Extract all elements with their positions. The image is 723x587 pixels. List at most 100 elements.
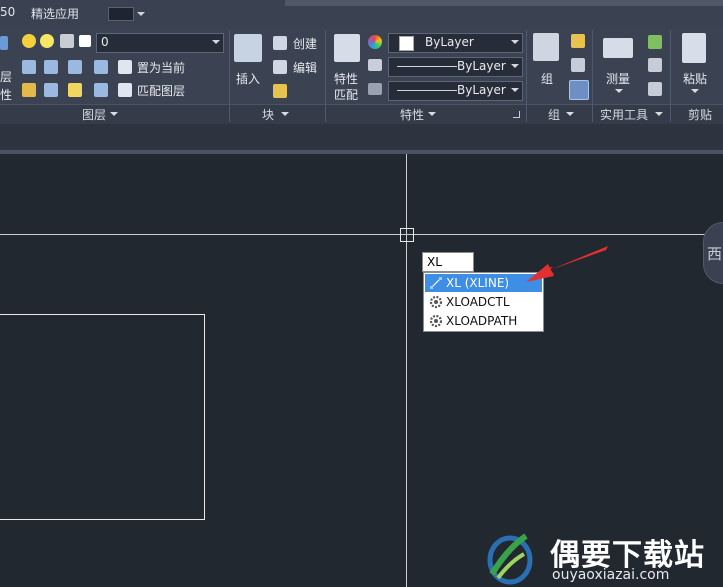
- match-layer-icon[interactable]: [118, 83, 132, 97]
- chevron-down-icon[interactable]: [615, 89, 623, 97]
- paste-icon[interactable]: [682, 33, 706, 63]
- match-properties-label-2[interactable]: 匹配: [334, 86, 358, 103]
- layer-thaw-icon[interactable]: [68, 83, 82, 97]
- linetype-preview: [397, 66, 457, 67]
- lineweight-combo-value: ByLayer: [457, 83, 506, 97]
- divider: [592, 30, 593, 122]
- block-group-label[interactable]: 块: [262, 106, 274, 123]
- top-bar: 50 精选应用: [0, 0, 723, 28]
- layer-isolate-icon[interactable]: [44, 60, 58, 74]
- create-block-icon[interactable]: [273, 36, 287, 50]
- lightbulb-icon[interactable]: [22, 34, 36, 48]
- divider: [670, 30, 671, 122]
- insert-button[interactable]: 插入: [236, 70, 260, 87]
- paste-button[interactable]: 粘贴: [683, 70, 707, 87]
- group-button[interactable]: 组: [541, 70, 553, 87]
- suggestion-xloadctl[interactable]: XLOADCTL: [425, 293, 542, 311]
- group-edit-icon[interactable]: [571, 58, 585, 72]
- layer-unisolate-icon[interactable]: [44, 83, 58, 97]
- dynamic-command-input[interactable]: XL: [422, 252, 474, 272]
- color-combo[interactable]: ByLayer: [388, 33, 523, 53]
- chevron-down-icon[interactable]: [691, 89, 699, 97]
- top-bar-left-text: 50: [0, 5, 16, 19]
- color-combo-value: ByLayer: [425, 35, 474, 49]
- block-group-expand-icon[interactable]: [281, 112, 289, 120]
- chevron-down-icon: [511, 40, 519, 48]
- layer-lock-icon[interactable]: [94, 60, 108, 74]
- suggestion-label: XL (XLINE): [446, 276, 510, 290]
- edit-block-icon[interactable]: [273, 60, 287, 74]
- measure-button[interactable]: 测量: [606, 70, 630, 87]
- chevron-down-icon: [212, 40, 220, 48]
- crosshair-vertical: [406, 154, 407, 587]
- viewcube-west-label[interactable]: 西: [707, 243, 722, 264]
- divider: [229, 30, 230, 122]
- quick-select-icon[interactable]: [648, 35, 662, 49]
- lineweight-combo[interactable]: ByLayer: [388, 81, 523, 101]
- group-icon[interactable]: [533, 33, 559, 61]
- suggestion-label: XLOADCTL: [446, 295, 510, 309]
- watermark-url: ouyaoxiazai.com: [552, 567, 670, 583]
- match-layer-button[interactable]: 匹配图层: [137, 82, 185, 99]
- group-selection-toggle-icon[interactable]: [569, 80, 589, 100]
- chevron-down-icon: [511, 64, 519, 72]
- file-tab-bar: [0, 124, 723, 150]
- divider: [526, 30, 527, 122]
- chevron-down-icon: [511, 88, 519, 96]
- layer-on-icon[interactable]: [22, 83, 36, 97]
- edit-button[interactable]: 编辑: [293, 59, 317, 76]
- color-swatch: [399, 36, 414, 51]
- suggestion-label: XLOADPATH: [446, 314, 518, 328]
- lineweight-icon[interactable]: [368, 83, 382, 95]
- layer-combo[interactable]: 0: [96, 33, 224, 53]
- make-current-icon[interactable]: [118, 60, 132, 74]
- layer-group-expand-icon[interactable]: [110, 112, 118, 120]
- layer-properties-icon[interactable]: [0, 36, 8, 50]
- group-group-expand-icon[interactable]: [566, 112, 574, 120]
- top-bar-divider: [285, 0, 723, 6]
- linetype-icon[interactable]: [368, 59, 382, 71]
- linetype-combo[interactable]: ByLayer: [388, 57, 523, 77]
- watermark-logo: [487, 533, 533, 585]
- divider: [325, 30, 326, 122]
- gear-icon: [429, 314, 443, 328]
- layer-properties-label-a[interactable]: 层: [0, 68, 12, 85]
- layer-properties-label-b[interactable]: 性: [0, 86, 12, 103]
- crosshair-horizontal: [0, 234, 723, 235]
- properties-dialog-launcher-icon[interactable]: [513, 111, 520, 118]
- layer-group-label[interactable]: 图层: [82, 106, 106, 123]
- featured-apps-menu[interactable]: 精选应用: [31, 5, 79, 22]
- xline-icon: [430, 277, 442, 289]
- group-group-label[interactable]: 组: [548, 106, 560, 123]
- gear-icon: [429, 295, 443, 309]
- layer-color-swatch[interactable]: [79, 35, 91, 47]
- insert-block-icon[interactable]: [234, 34, 262, 62]
- layer-unlock-icon[interactable]: [94, 83, 108, 97]
- match-properties-icon[interactable]: [334, 34, 360, 62]
- cursor-pickbox: [400, 228, 414, 242]
- utilities-group-expand-icon[interactable]: [655, 112, 663, 120]
- workspace-dropdown[interactable]: [108, 7, 145, 21]
- edit-attribute-icon[interactable]: [273, 84, 287, 98]
- create-button[interactable]: 创建: [293, 35, 317, 52]
- point-style-icon[interactable]: [648, 58, 662, 72]
- utilities-group-label[interactable]: 实用工具: [600, 106, 648, 123]
- layer-freeze-icon[interactable]: [68, 60, 82, 74]
- sun-icon[interactable]: [40, 34, 54, 48]
- layer-combo-value: 0: [101, 35, 109, 49]
- lineweight-preview: [397, 90, 457, 91]
- linetype-combo-value: ByLayer: [457, 59, 506, 73]
- color-wheel-icon[interactable]: [368, 35, 382, 49]
- annotation-arrow: [526, 246, 608, 282]
- properties-group-label[interactable]: 特性: [400, 106, 424, 123]
- layer-off-icon[interactable]: [22, 60, 36, 74]
- suggestion-xloadpath[interactable]: XLOADPATH: [425, 312, 542, 330]
- lock-icon[interactable]: [60, 34, 74, 48]
- drawn-rectangle[interactable]: [0, 314, 205, 520]
- measure-icon[interactable]: [603, 38, 633, 58]
- match-properties-label-1[interactable]: 特性: [334, 70, 358, 87]
- calculator-icon[interactable]: [648, 82, 662, 96]
- properties-group-expand-icon[interactable]: [428, 112, 436, 120]
- make-current-button[interactable]: 置为当前: [137, 59, 185, 76]
- ungroup-icon[interactable]: [571, 34, 585, 48]
